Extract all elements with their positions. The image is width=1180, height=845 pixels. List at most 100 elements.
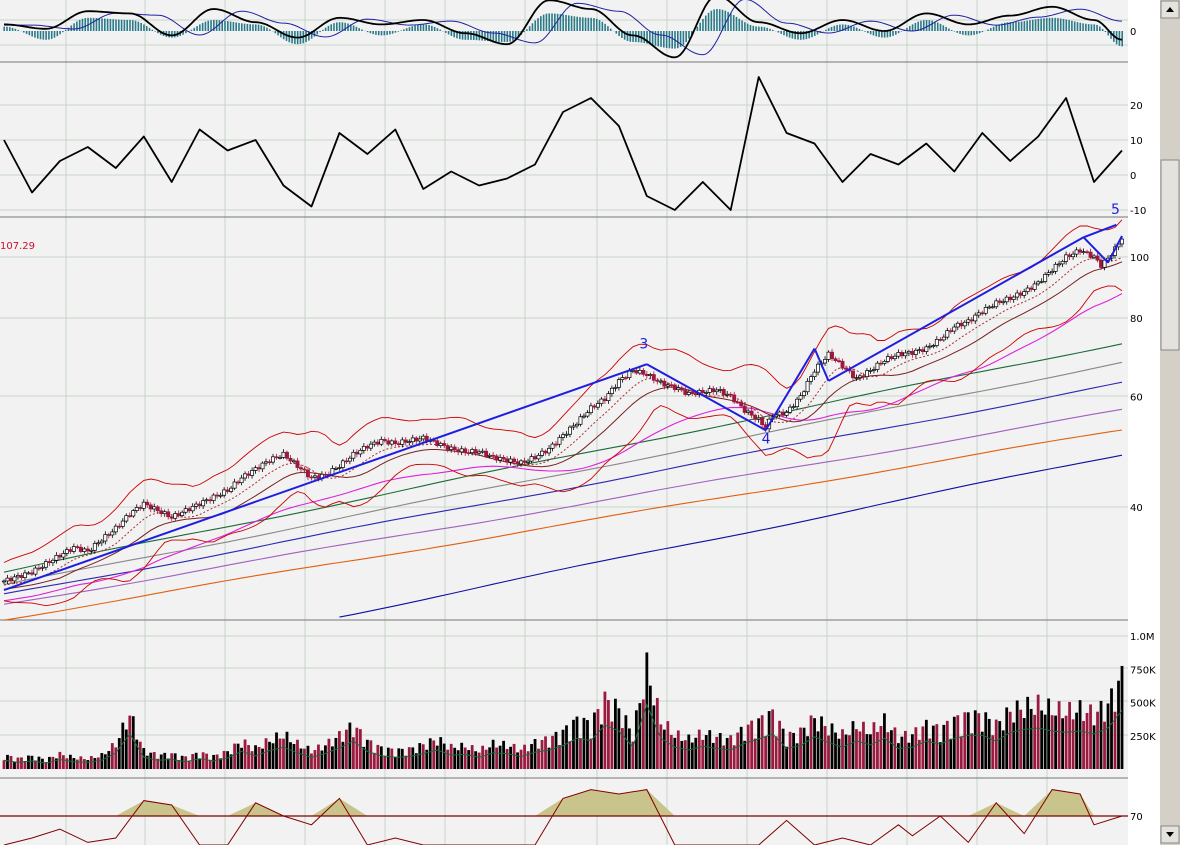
macd-histogram-bar [369,31,372,34]
candlestick-body [896,352,901,357]
candlestick-body [620,377,625,381]
volume-bar [215,754,219,769]
candlestick-body [414,437,419,442]
volume-bar [966,712,970,769]
volume-bar [306,745,310,769]
volume-bar [1012,722,1016,769]
macd-histogram-bar [207,20,210,31]
volume-bar [841,729,844,769]
volume-bar [869,734,872,769]
macd-histogram-bar [11,27,14,31]
candlestick-body [106,534,111,536]
volume-bar [792,732,795,769]
volume-bar [390,748,394,769]
candlestick-body [169,516,174,519]
candlestick-body [1095,255,1100,261]
macd-histogram-bar [366,31,369,33]
macd-histogram-bar [1034,19,1037,31]
candlestick-body [948,330,953,332]
macd-histogram-bar [908,26,911,31]
volume-bar [1036,694,1040,769]
candlestick-body [892,355,897,360]
volume-bar [421,744,425,769]
volume-bar [617,708,621,769]
candlestick-body [1071,253,1076,258]
candlestick-body [267,461,272,464]
macd-histogram-bar [964,31,967,36]
macd-histogram-bar [377,31,380,36]
macd-histogram-bar [59,31,61,35]
volume-bar [820,716,823,769]
volume-bar [669,734,673,769]
candlestick-body [1015,292,1020,298]
macd-histogram-bar [752,25,755,31]
volume-bar [254,745,257,769]
macd-histogram-bar [467,31,469,40]
candlestick-body [410,437,415,443]
volume-bar [533,739,537,769]
volume-bar [184,756,188,769]
volume-bar [666,721,670,769]
macd-histogram-bar [1040,18,1042,31]
volume-bar [855,729,858,769]
candlestick-body [470,449,475,453]
candlestick-body [64,549,69,554]
candlestick-body [550,443,555,449]
volume-bar [956,715,960,769]
macd-histogram-bar [17,29,19,31]
volume-bar [285,731,289,769]
macd-histogram-bar [151,29,154,31]
candlestick-body [833,358,838,361]
volume-bar [893,727,897,769]
candlestick-body [141,501,146,509]
candlestick-body [830,351,834,360]
candlestick-body [445,445,450,450]
scrollbar-track[interactable] [1160,0,1180,845]
wave-label: 5 [1111,202,1120,218]
macd-histogram-bar [688,31,690,39]
candlestick-body [739,401,744,407]
volume-bar [760,715,764,769]
candlestick-body [407,441,412,444]
candlestick-body [155,506,160,512]
candlestick-body [805,380,810,393]
y-tick-label: 750K [1130,665,1156,676]
macd-histogram-bar [922,20,925,31]
candlestick-body [606,393,611,402]
macd-histogram-bar [352,25,355,31]
volume-bar [456,750,460,769]
volume-bar [65,758,69,769]
macd-histogram-bar [936,22,939,31]
volume-bar [299,748,303,769]
volume-bar [715,736,719,769]
macd-histogram-bar [889,31,892,37]
volume-bar [75,759,79,769]
volume-bar [1054,715,1058,769]
macd-histogram-bar [218,20,221,31]
volume-bar [938,742,942,769]
volume-bar [750,720,754,769]
candlestick-body [725,393,730,396]
candlestick-body [96,542,101,545]
candlestick-body [564,433,569,436]
macd-histogram-bar [470,31,472,40]
scrollbar-thumb[interactable] [1160,159,1180,351]
volume-bar [268,741,271,769]
candlestick-body [43,561,48,568]
candlestick-body [515,461,520,465]
macd-histogram-bar [512,31,514,41]
candlestick-body [889,356,894,360]
macd-histogram-bar [827,28,830,31]
candlestick-body [78,546,83,552]
vertical-scrollbar[interactable] [1160,0,1180,845]
macd-histogram-bar [867,31,869,34]
macd-histogram-bar [604,23,606,31]
candlestick-body [575,423,579,427]
candlestick-body [844,367,848,370]
macd-histogram-bar [419,24,422,31]
volume-bar [799,727,802,769]
volume-bar [865,734,869,769]
macd-histogram-bar [584,17,587,31]
candlestick-body [662,380,667,387]
macd-histogram-bar [380,31,383,36]
